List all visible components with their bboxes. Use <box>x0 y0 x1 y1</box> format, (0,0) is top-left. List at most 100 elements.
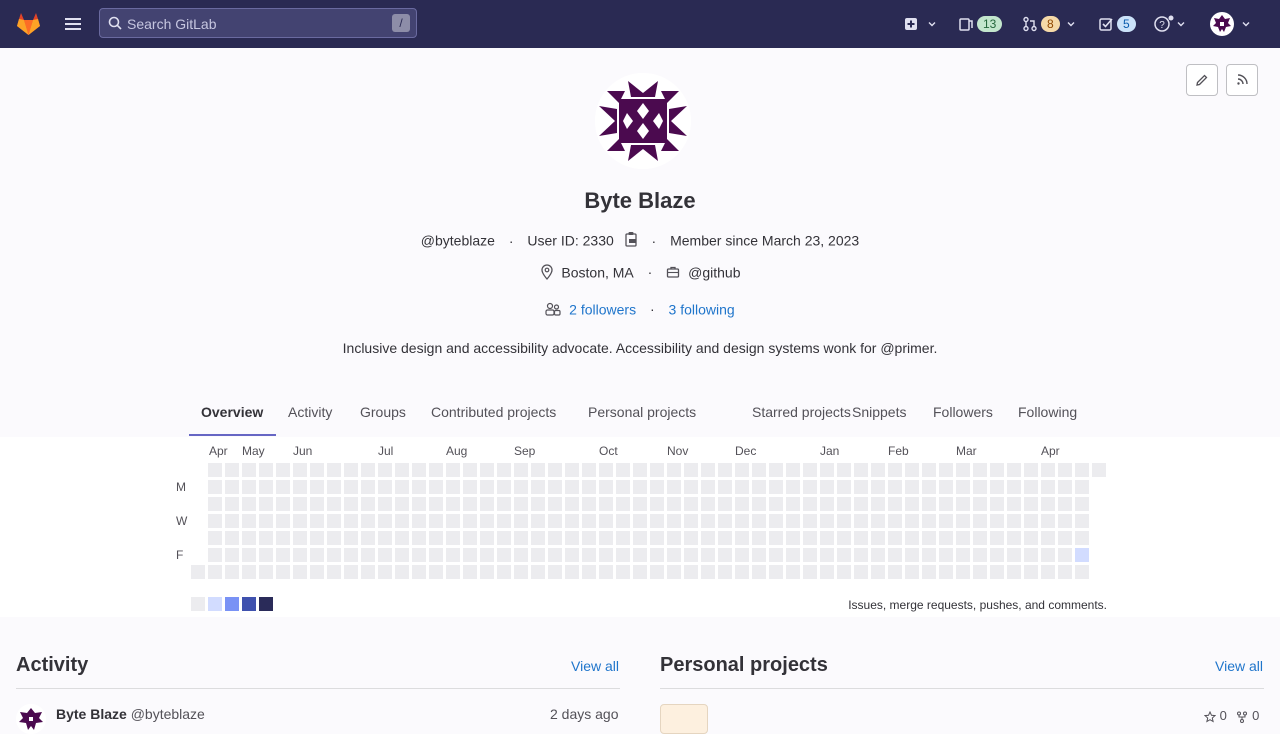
calendar-day-cell[interactable] <box>786 463 800 477</box>
calendar-day-cell[interactable] <box>820 531 834 545</box>
tab-contributed-projects[interactable]: Contributed projects <box>419 396 568 436</box>
calendar-day-cell[interactable] <box>888 548 902 562</box>
calendar-day-cell[interactable] <box>327 463 341 477</box>
calendar-day-cell[interactable] <box>412 548 426 562</box>
calendar-day-cell[interactable] <box>225 548 239 562</box>
calendar-day-cell[interactable] <box>548 497 562 511</box>
calendar-day-cell[interactable] <box>259 463 273 477</box>
calendar-day-cell[interactable] <box>735 497 749 511</box>
calendar-day-cell[interactable] <box>429 497 443 511</box>
calendar-day-cell[interactable] <box>922 531 936 545</box>
calendar-day-cell[interactable] <box>837 480 851 494</box>
calendar-day-cell[interactable] <box>293 548 307 562</box>
calendar-day-cell[interactable] <box>1058 497 1072 511</box>
calendar-day-cell[interactable] <box>242 463 256 477</box>
calendar-day-cell[interactable] <box>531 565 545 579</box>
calendar-day-cell[interactable] <box>208 480 222 494</box>
calendar-day-cell[interactable] <box>752 497 766 511</box>
calendar-day-cell[interactable] <box>293 480 307 494</box>
calendar-day-cell[interactable] <box>1041 531 1055 545</box>
calendar-day-cell[interactable] <box>1058 531 1072 545</box>
calendar-day-cell[interactable] <box>871 497 885 511</box>
calendar-day-cell[interactable] <box>854 480 868 494</box>
calendar-day-cell[interactable] <box>905 480 919 494</box>
calendar-day-cell[interactable] <box>650 463 664 477</box>
calendar-day-cell[interactable] <box>1007 565 1021 579</box>
calendar-day-cell[interactable] <box>497 497 511 511</box>
calendar-day-cell[interactable] <box>837 565 851 579</box>
calendar-day-cell[interactable] <box>208 548 222 562</box>
activity-view-all-link[interactable]: View all <box>571 658 619 674</box>
calendar-day-cell[interactable] <box>1041 514 1055 528</box>
calendar-day-cell[interactable] <box>582 497 596 511</box>
calendar-day-cell[interactable] <box>242 480 256 494</box>
calendar-day-cell[interactable] <box>1024 531 1038 545</box>
calendar-day-cell[interactable] <box>463 565 477 579</box>
edit-profile-button[interactable] <box>1186 64 1218 96</box>
calendar-day-cell[interactable] <box>191 565 205 579</box>
calendar-day-cell[interactable] <box>480 565 494 579</box>
calendar-day-cell[interactable] <box>446 480 460 494</box>
calendar-day-cell[interactable] <box>650 565 664 579</box>
calendar-day-cell[interactable] <box>548 565 562 579</box>
calendar-day-cell[interactable] <box>327 497 341 511</box>
calendar-day-cell[interactable] <box>378 548 392 562</box>
calendar-day-cell[interactable] <box>956 497 970 511</box>
calendar-day-cell[interactable] <box>786 531 800 545</box>
calendar-day-cell[interactable] <box>735 548 749 562</box>
calendar-day-cell[interactable] <box>242 497 256 511</box>
calendar-day-cell[interactable] <box>378 531 392 545</box>
calendar-day-cell[interactable] <box>905 463 919 477</box>
calendar-day-cell[interactable] <box>871 548 885 562</box>
calendar-day-cell[interactable] <box>854 514 868 528</box>
calendar-day-cell[interactable] <box>939 463 953 477</box>
calendar-day-cell[interactable] <box>667 565 681 579</box>
calendar-day-cell[interactable] <box>310 531 324 545</box>
calendar-day-cell[interactable] <box>735 531 749 545</box>
calendar-day-cell[interactable] <box>497 565 511 579</box>
calendar-day-cell[interactable] <box>446 463 460 477</box>
calendar-day-cell[interactable] <box>378 480 392 494</box>
calendar-day-cell[interactable] <box>293 514 307 528</box>
calendar-day-cell[interactable] <box>463 497 477 511</box>
calendar-day-cell[interactable] <box>973 497 987 511</box>
calendar-day-cell[interactable] <box>973 480 987 494</box>
calendar-day-cell[interactable] <box>344 463 358 477</box>
calendar-day-cell[interactable] <box>361 514 375 528</box>
calendar-day-cell[interactable] <box>956 514 970 528</box>
calendar-day-cell[interactable] <box>293 531 307 545</box>
calendar-day-cell[interactable] <box>582 548 596 562</box>
calendar-day-cell[interactable] <box>480 480 494 494</box>
calendar-day-cell[interactable] <box>514 497 528 511</box>
calendar-day-cell[interactable] <box>1075 497 1089 511</box>
calendar-day-cell[interactable] <box>446 565 460 579</box>
calendar-day-cell[interactable] <box>854 565 868 579</box>
calendar-day-cell[interactable] <box>684 565 698 579</box>
calendar-day-cell[interactable] <box>514 548 528 562</box>
todos-button[interactable]: 5 <box>1098 12 1136 36</box>
calendar-day-cell[interactable] <box>820 514 834 528</box>
calendar-day-cell[interactable] <box>990 531 1004 545</box>
calendar-day-cell[interactable] <box>1041 565 1055 579</box>
calendar-day-cell[interactable] <box>208 463 222 477</box>
calendar-day-cell[interactable] <box>820 480 834 494</box>
calendar-day-cell[interactable] <box>633 548 647 562</box>
calendar-day-cell[interactable] <box>1092 463 1106 477</box>
calendar-day-cell[interactable] <box>888 463 902 477</box>
calendar-day-cell[interactable] <box>208 565 222 579</box>
calendar-day-cell[interactable] <box>344 531 358 545</box>
calendar-day-cell[interactable] <box>1007 531 1021 545</box>
calendar-day-cell[interactable] <box>412 480 426 494</box>
calendar-day-cell[interactable] <box>463 463 477 477</box>
calendar-day-cell[interactable] <box>956 531 970 545</box>
calendar-day-cell[interactable] <box>786 514 800 528</box>
calendar-day-cell[interactable] <box>446 497 460 511</box>
calendar-day-cell[interactable] <box>293 463 307 477</box>
calendar-day-cell[interactable] <box>650 548 664 562</box>
calendar-day-cell[interactable] <box>242 548 256 562</box>
calendar-day-cell[interactable] <box>973 514 987 528</box>
calendar-day-cell[interactable] <box>803 548 817 562</box>
calendar-day-cell[interactable] <box>565 497 579 511</box>
calendar-day-cell[interactable] <box>854 497 868 511</box>
calendar-day-cell[interactable] <box>463 514 477 528</box>
